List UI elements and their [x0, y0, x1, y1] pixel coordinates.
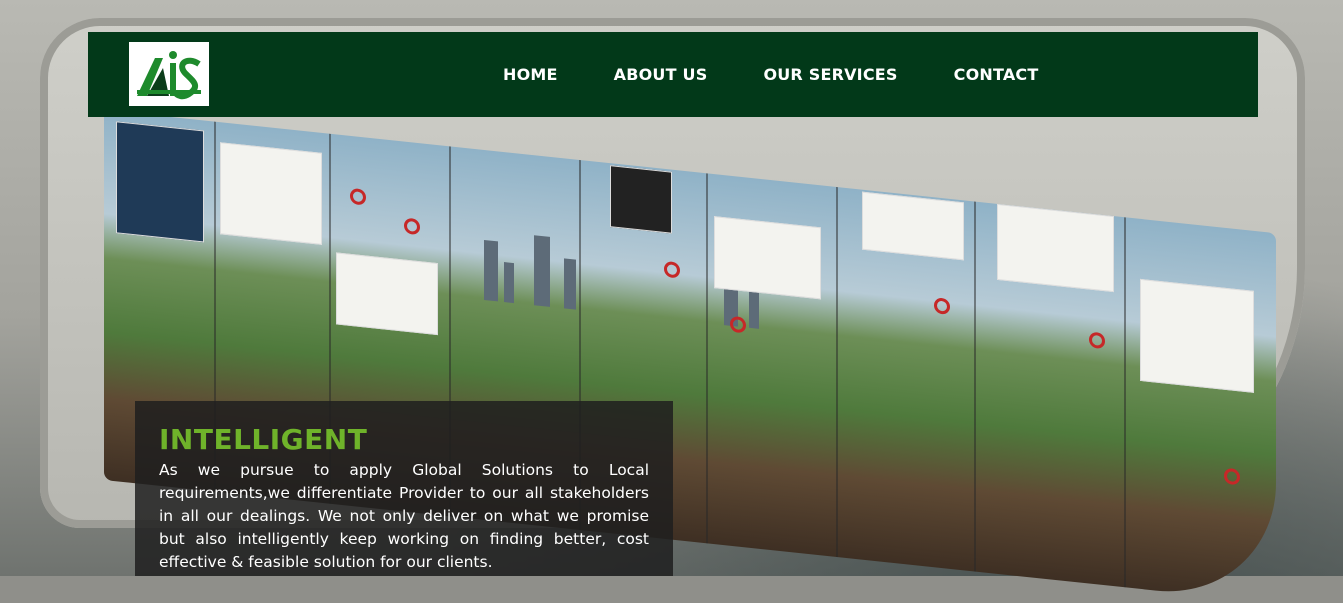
main-menu: HOME ABOUT US OUR SERVICES CONTACT	[503, 32, 1039, 117]
nav-contact-link[interactable]: CONTACT	[954, 65, 1039, 84]
top-navbar: HOME ABOUT US OUR SERVICES CONTACT	[88, 32, 1258, 117]
ais-logo[interactable]	[129, 42, 209, 106]
nav-our-services-link[interactable]: OUR SERVICES	[763, 65, 897, 84]
hero-body-text: As we pursue to apply Global Solutions t…	[159, 461, 649, 571]
hero-text-box: INTELLIGENT As we pursue to apply Global…	[135, 401, 673, 576]
hero-heading: INTELLIGENT	[159, 423, 368, 456]
ais-logo-icon	[137, 51, 201, 100]
nav-about-us-link[interactable]: ABOUT US	[614, 65, 708, 84]
nav-home-link[interactable]: HOME	[503, 65, 558, 84]
